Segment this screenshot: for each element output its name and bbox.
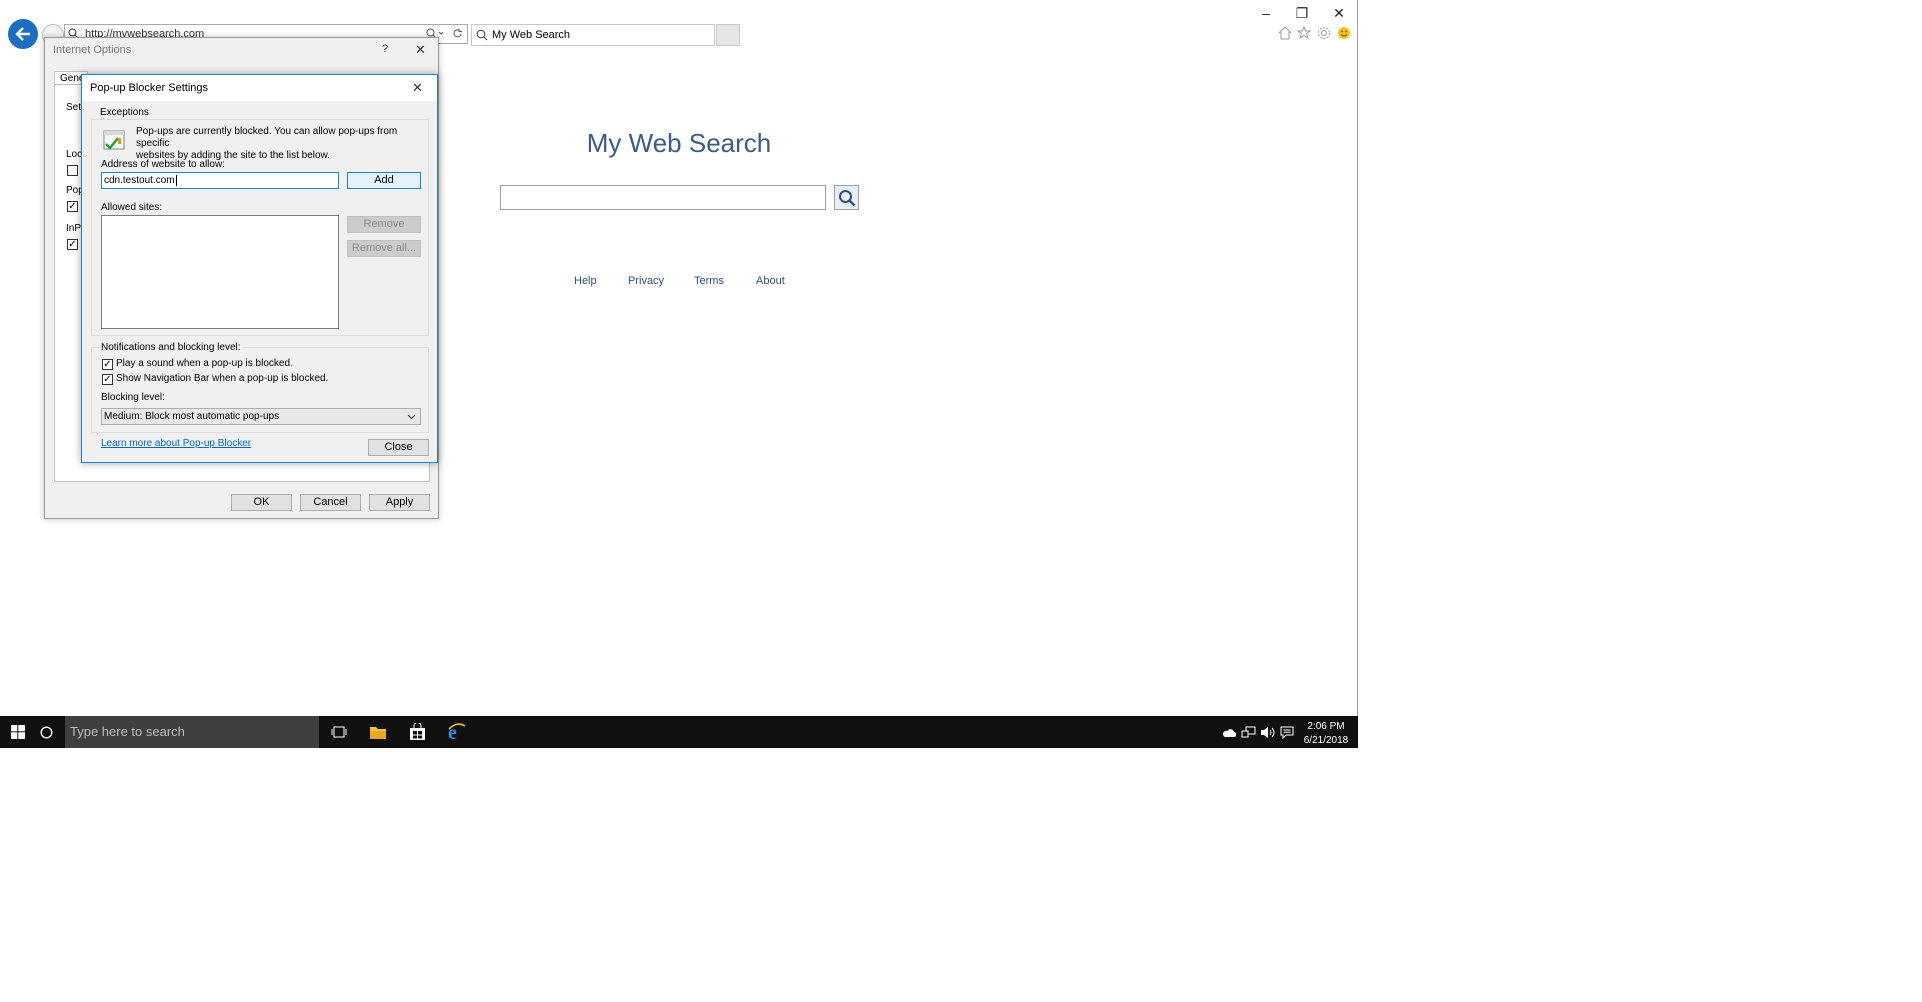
about-link[interactable]: About bbox=[756, 275, 785, 287]
blocking-level-label: Blocking level: bbox=[101, 392, 165, 403]
allowed-sites-label: Allowed sites: bbox=[101, 202, 163, 213]
inprivate-checkbox[interactable]: ✓ bbox=[67, 239, 78, 250]
dialog-titlebar: Pop-up Blocker Settings ✕ bbox=[82, 75, 437, 101]
file-explorer-icon[interactable] bbox=[369, 724, 387, 743]
refresh-icon[interactable] bbox=[452, 28, 463, 39]
exceptions-label: Exceptions bbox=[98, 107, 151, 118]
blocking-level-select[interactable]: Medium: Block most automatic pop-ups bbox=[101, 408, 421, 425]
smiley-feedback-icon[interactable] bbox=[1336, 25, 1352, 41]
cortana-icon[interactable] bbox=[40, 726, 53, 742]
restore-button[interactable]: ❐ bbox=[1284, 4, 1320, 22]
windows-start-icon[interactable] bbox=[11, 725, 25, 742]
location-checkbox[interactable] bbox=[67, 165, 78, 176]
internet-explorer-icon[interactable]: e bbox=[446, 722, 467, 745]
dialog-title: Pop-up Blocker Settings bbox=[90, 82, 209, 94]
cancel-button[interactable]: Cancel bbox=[300, 494, 361, 511]
close-icon[interactable]: ✕ bbox=[412, 80, 423, 96]
info-text: Pop-ups are currently blocked. You can a… bbox=[136, 126, 398, 161]
help-button[interactable]: ? bbox=[382, 43, 388, 55]
clock-time[interactable]: 2:06 PM bbox=[1298, 721, 1354, 732]
magnifier-icon bbox=[838, 189, 855, 206]
tab-search-icon bbox=[476, 29, 488, 41]
notifications-label: Notifications and blocking level: bbox=[99, 342, 243, 353]
action-center-icon[interactable] bbox=[1280, 726, 1294, 742]
tab-label: My Web Search bbox=[492, 29, 571, 41]
dialog-close-button[interactable]: ✕ bbox=[415, 42, 426, 58]
show-navbar-label: Show Navigation Bar when a pop-up is blo… bbox=[116, 373, 329, 384]
privacy-link[interactable]: Privacy bbox=[628, 275, 664, 287]
clock-date[interactable]: 6/21/2018 bbox=[1298, 735, 1354, 746]
back-button[interactable] bbox=[8, 19, 38, 49]
play-sound-label: Play a sound when a pop-up is blocked. bbox=[116, 358, 293, 369]
help-link[interactable]: Help bbox=[574, 275, 597, 287]
taskbar: Type here to search e 2:06 PM 6/21/2018 bbox=[0, 716, 1358, 748]
taskbar-search-box[interactable]: Type here to search bbox=[65, 716, 319, 748]
learn-more-link[interactable]: Learn more about Pop-up Blocker bbox=[101, 438, 251, 449]
shield-check-icon bbox=[102, 129, 126, 153]
page-search-button[interactable] bbox=[834, 185, 859, 210]
home-icon[interactable] bbox=[1277, 25, 1293, 41]
task-view-icon[interactable] bbox=[331, 725, 347, 742]
chevron-down-icon bbox=[407, 414, 416, 420]
gear-icon[interactable] bbox=[1316, 25, 1332, 41]
favorites-star-icon[interactable] bbox=[1296, 25, 1312, 41]
address-label: Address of website to allow: bbox=[101, 159, 225, 170]
new-tab-button[interactable] bbox=[716, 24, 740, 46]
back-arrow-icon bbox=[15, 27, 30, 41]
close-button[interactable]: Close bbox=[368, 439, 429, 456]
apply-button[interactable]: Apply bbox=[369, 494, 430, 511]
remove-button[interactable]: Remove bbox=[347, 216, 421, 233]
minimize-button[interactable]: – bbox=[1248, 4, 1284, 22]
close-window-button[interactable]: ✕ bbox=[1321, 4, 1357, 22]
popup-blocker-dialog: Pop-up Blocker Settings ✕ Exceptions Pop… bbox=[81, 74, 438, 463]
allowed-sites-list[interactable] bbox=[101, 215, 339, 329]
terms-link[interactable]: Terms bbox=[694, 275, 724, 287]
page-search-input[interactable] bbox=[500, 185, 826, 210]
play-sound-checkbox[interactable]: ✓ bbox=[102, 359, 113, 370]
popup-blocker-checkbox[interactable]: ✓ bbox=[67, 201, 78, 212]
onedrive-icon[interactable] bbox=[1222, 727, 1237, 741]
add-button[interactable]: Add bbox=[347, 172, 421, 189]
show-navbar-checkbox[interactable]: ✓ bbox=[102, 374, 113, 385]
website-address-input[interactable]: cdn.testout.com bbox=[101, 172, 339, 189]
dialog-title: Internet Options bbox=[53, 44, 132, 56]
store-icon[interactable] bbox=[409, 722, 426, 744]
browser-tab-my-web-search[interactable]: My Web Search bbox=[471, 24, 715, 46]
volume-icon[interactable] bbox=[1260, 726, 1275, 742]
ok-button[interactable]: OK bbox=[231, 494, 292, 511]
remove-all-button[interactable]: Remove all... bbox=[347, 240, 421, 257]
page-title: My Web Search bbox=[586, 128, 772, 158]
network-icon[interactable] bbox=[1241, 726, 1256, 742]
